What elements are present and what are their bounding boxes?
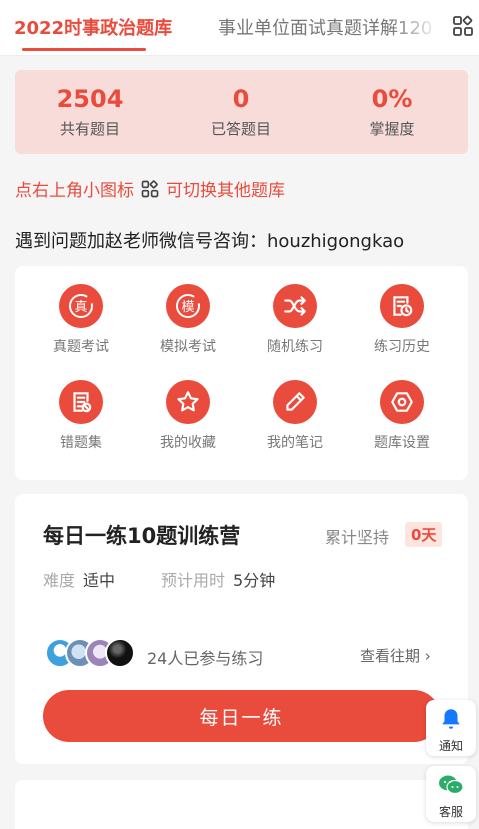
participants-count: 24人已参与练习 xyxy=(147,649,264,668)
shuffle-icon xyxy=(273,284,317,328)
participant-avatars xyxy=(45,638,135,668)
real-exam-icon: 真 xyxy=(59,284,103,328)
menu-label: 练习历史 xyxy=(374,339,430,355)
customer-service-button[interactable]: 客服 xyxy=(426,766,476,822)
wrong-questions-icon xyxy=(59,380,103,424)
menu-label: 模拟考试 xyxy=(160,339,216,355)
tab-current-bank[interactable]: 2022时事政治题库 xyxy=(14,14,172,40)
real-exam-glyph: 真 xyxy=(74,300,87,315)
stat-total-label: 共有题目 xyxy=(59,120,120,138)
mock-exam-icon: 模 xyxy=(166,284,210,328)
hint-text-after: 可切换其他题库 xyxy=(166,181,285,201)
mock-exam-glyph: 模 xyxy=(181,300,194,315)
menu-practice-history[interactable]: 练习历史 xyxy=(357,284,447,356)
contact-info: 遇到问题加赵老师微信号咨询：houzhigongkao xyxy=(15,231,405,252)
menu-label: 题库设置 xyxy=(374,435,430,451)
time-value: 5分钟 xyxy=(233,571,276,590)
menu-label: 随机练习 xyxy=(267,339,323,355)
menu-bank-settings[interactable]: 题库设置 xyxy=(357,380,447,452)
persist-days-badge: 0天 xyxy=(405,522,443,547)
stat-answered-label: 已答题目 xyxy=(210,120,271,138)
menu-label: 我的收藏 xyxy=(160,435,216,451)
notify-button[interactable]: 通知 xyxy=(426,700,476,756)
active-tab-indicator xyxy=(22,48,146,51)
menu-notes[interactable]: 我的笔记 xyxy=(250,380,340,452)
view-past-link[interactable]: 查看往期 › xyxy=(360,645,431,666)
grid-icon xyxy=(141,179,159,197)
stat-mastery-label: 掌握度 xyxy=(369,120,415,138)
view-past-label: 查看往期 xyxy=(360,647,421,665)
next-card xyxy=(15,780,468,829)
stats-panel: 2504 共有题目 0 已答题目 0% 掌握度 xyxy=(15,70,468,154)
wechat-icon xyxy=(439,775,464,795)
difficulty-info: 难度 适中 xyxy=(43,567,115,591)
notify-label: 通知 xyxy=(438,739,463,753)
history-icon xyxy=(380,284,424,328)
time-info: 预计用时 5分钟 xyxy=(161,567,275,591)
difficulty-label: 难度 xyxy=(43,571,76,590)
menu-mock-exam[interactable]: 模 模拟考试 xyxy=(143,284,233,356)
top-tab-bar: 2022时事政治题库 事业单位面试真题详解120 xyxy=(0,0,479,56)
star-icon xyxy=(166,380,210,424)
time-label: 预计用时 xyxy=(161,571,226,590)
difficulty-value: 适中 xyxy=(83,571,116,590)
chevron-right-icon: › xyxy=(424,647,431,665)
daily-camp-card: 每日一练10题训练营 累计坚持 0天 难度 适中 预计用时 5分钟 24人已参与练习… xyxy=(15,494,468,764)
stat-answered: 0 已答题目 xyxy=(166,84,316,139)
settings-icon xyxy=(380,380,424,424)
service-label: 客服 xyxy=(438,805,463,819)
menu-wrong-questions[interactable]: 错题集 xyxy=(36,380,126,452)
menu-favorites[interactable]: 我的收藏 xyxy=(143,380,233,452)
stat-mastery: 0% 掌握度 xyxy=(317,84,467,139)
menu-random-practice[interactable]: 随机练习 xyxy=(250,284,340,356)
tab-other-bank[interactable]: 事业单位面试真题详解120 xyxy=(218,14,440,40)
grid-icon[interactable] xyxy=(451,14,475,38)
persist-label: 累计坚持 xyxy=(325,528,390,547)
menu-label: 错题集 xyxy=(60,435,102,451)
menu-real-exam[interactable]: 真 真题考试 xyxy=(36,284,126,356)
menu-label: 真题考试 xyxy=(53,339,109,355)
pencil-icon xyxy=(273,380,317,424)
bell-icon xyxy=(442,709,460,729)
camp-title: 每日一练10题训练营 xyxy=(43,524,241,548)
hint-text-before: 点右上角小图标 xyxy=(15,181,134,201)
stat-answered-value: 0 xyxy=(232,85,250,113)
function-menu: 真 真题考试 模 模拟考试 随机练习 练习历史 错题集 我的收藏 我的笔记 题库… xyxy=(15,266,468,480)
switch-bank-hint: 点右上角小图标 可切换其他题库 xyxy=(15,176,285,201)
menu-label: 我的笔记 xyxy=(267,435,323,451)
avatar xyxy=(105,638,135,668)
daily-practice-button[interactable]: 每日一练 xyxy=(43,690,440,742)
stat-mastery-value: 0% xyxy=(371,85,413,113)
stat-total-value: 2504 xyxy=(56,85,124,113)
stat-total: 2504 共有题目 xyxy=(15,84,165,139)
